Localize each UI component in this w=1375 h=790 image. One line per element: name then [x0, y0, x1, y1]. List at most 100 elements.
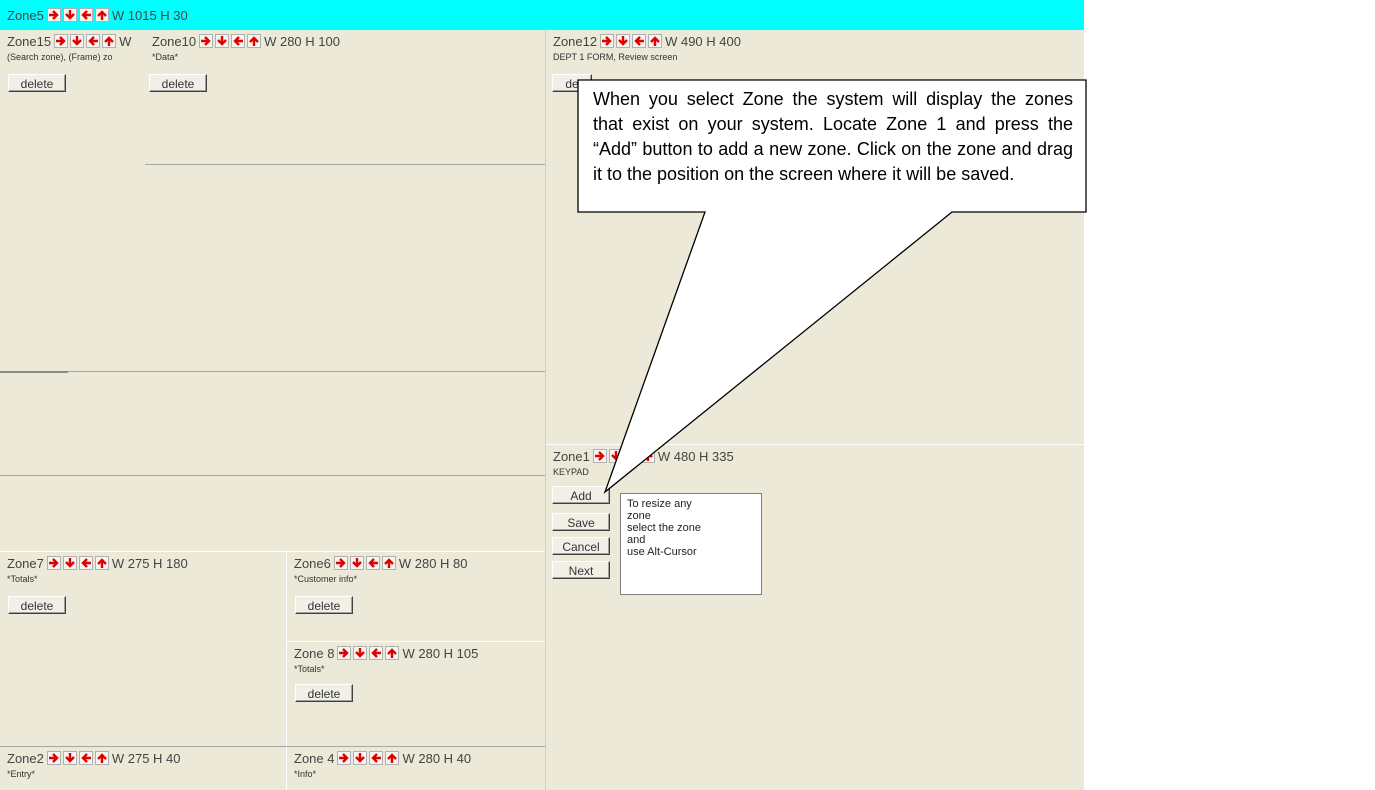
divider: [0, 475, 545, 476]
arrow-left-icon[interactable]: [624, 449, 639, 463]
arrow-down-icon[interactable]: [608, 449, 623, 463]
zone12-header: Zone12 W 490 H 400: [553, 33, 741, 49]
arrow-left-icon[interactable]: [78, 751, 93, 765]
arrow-down-icon[interactable]: [616, 34, 631, 48]
zone15-title: Zone15: [7, 33, 52, 49]
arrow-down-icon[interactable]: [62, 556, 77, 570]
arrow-right-icon[interactable]: [46, 751, 61, 765]
arrow-right-icon[interactable]: [46, 8, 61, 22]
arrow-right-icon[interactable]: [592, 449, 607, 463]
arrow-up-icon[interactable]: [648, 34, 663, 48]
zone2-title: Zone2: [7, 750, 44, 766]
zone12-title: Zone12: [553, 33, 598, 49]
zone15-delete-button[interactable]: delete: [8, 74, 66, 92]
arrow-up-icon[interactable]: [640, 449, 655, 463]
zone10-title: Zone10: [152, 33, 197, 49]
zone6-subtitle: *Customer info*: [294, 574, 358, 584]
move-arrows: [337, 646, 400, 660]
arrow-down-icon[interactable]: [62, 751, 77, 765]
arrow-left-icon[interactable]: [78, 556, 93, 570]
arrow-up-icon[interactable]: [247, 34, 262, 48]
zone6-delete-button[interactable]: delete: [295, 596, 353, 614]
zone2[interactable]: Zone2 W 275 H 40 *Entry*: [0, 747, 286, 790]
zone15[interactable]: Zone15 W (Search zone), (Frame) zo delet…: [0, 30, 145, 370]
zone12-delete-button[interactable]: de: [552, 74, 592, 92]
add-button[interactable]: Add: [552, 486, 610, 504]
zone8[interactable]: Zone 8 W 280 H 105 *Totals* delete: [287, 642, 545, 746]
next-button[interactable]: Next: [552, 561, 610, 579]
arrow-right-icon[interactable]: [199, 34, 214, 48]
move-arrows: [337, 751, 400, 765]
arrow-right-icon[interactable]: [46, 556, 61, 570]
arrow-right-icon[interactable]: [337, 751, 352, 765]
zone8-dims: W 280 H 105: [402, 645, 479, 661]
move-arrows: [46, 8, 109, 22]
divider: [0, 371, 545, 372]
arrow-left-icon[interactable]: [632, 34, 647, 48]
zone6-dims: W 280 H 80: [398, 555, 468, 571]
arrow-right-icon[interactable]: [333, 556, 348, 570]
zone5-header: Zone5 W 1015 H 30: [7, 7, 188, 23]
zone1-title: Zone1: [553, 448, 590, 464]
save-button[interactable]: Save: [552, 513, 610, 531]
zone10-dims: W 280 H 100: [264, 33, 340, 49]
arrow-down-icon[interactable]: [215, 34, 230, 48]
arrow-left-icon[interactable]: [231, 34, 246, 48]
note-line: To resize any: [627, 498, 692, 510]
zone8-title: Zone 8: [294, 645, 335, 661]
move-arrows: [333, 556, 396, 570]
arrow-left-icon[interactable]: [86, 34, 101, 48]
arrow-down-icon[interactable]: [353, 646, 368, 660]
arrow-up-icon[interactable]: [94, 8, 109, 22]
arrow-right-icon[interactable]: [54, 34, 69, 48]
zone7-title: Zone7: [7, 555, 44, 571]
arrow-right-icon[interactable]: [600, 34, 615, 48]
zone2-subtitle: *Entry*: [7, 769, 36, 779]
zone4-header: Zone 4 W 280 H 40: [294, 750, 471, 766]
note-line: select the zone: [627, 522, 701, 534]
arrow-up-icon[interactable]: [94, 751, 109, 765]
zone10-delete-button[interactable]: delete: [149, 74, 207, 92]
zone5-dims: W 1015 H 30: [111, 7, 188, 23]
resize-help-note: To resize any zone select the zone and u…: [620, 493, 762, 595]
cancel-button[interactable]: Cancel: [552, 537, 610, 555]
zone6[interactable]: Zone6 W 280 H 80 *Customer info* delete: [287, 552, 545, 640]
zone5-bar[interactable]: Zone5 W 1015 H 30: [0, 0, 1084, 30]
arrow-left-icon[interactable]: [365, 556, 380, 570]
divider: [145, 164, 545, 165]
zone6-title: Zone6: [294, 555, 331, 571]
move-arrows: [600, 34, 663, 48]
arrow-left-icon[interactable]: [369, 646, 384, 660]
move-arrows: [46, 556, 109, 570]
zone10-header: Zone10 W 280 H 100: [152, 33, 340, 49]
arrow-left-icon[interactable]: [78, 8, 93, 22]
arrow-down-icon[interactable]: [353, 751, 368, 765]
move-arrows: [54, 34, 117, 48]
zone8-delete-button[interactable]: delete: [295, 684, 353, 702]
zone10[interactable]: Zone10 W 280 H 100 *Data* delete: [145, 30, 545, 165]
move-arrows: [592, 449, 655, 463]
arrow-up-icon[interactable]: [385, 751, 400, 765]
arrow-up-icon[interactable]: [381, 556, 396, 570]
arrow-up-icon[interactable]: [385, 646, 400, 660]
note-line: zone: [627, 510, 651, 522]
move-arrows: [46, 751, 109, 765]
callout-text: When you select Zone the system will dis…: [593, 89, 1073, 184]
zone7[interactable]: Zone7 W 275 H 180 *Totals* delete: [0, 552, 286, 745]
zone10-subtitle: *Data*: [152, 52, 179, 62]
zone7-delete-button[interactable]: delete: [8, 596, 66, 614]
arrow-down-icon[interactable]: [62, 8, 77, 22]
note-line: and: [627, 534, 646, 546]
zone12-subtitle: DEPT 1 FORM, Review screen: [553, 52, 678, 62]
arrow-down-icon[interactable]: [70, 34, 85, 48]
move-arrows: [199, 34, 262, 48]
zone4[interactable]: Zone 4 W 280 H 40 *Info*: [287, 747, 545, 790]
arrow-down-icon[interactable]: [349, 556, 364, 570]
arrow-up-icon[interactable]: [102, 34, 117, 48]
zone8-subtitle: *Totals*: [294, 664, 325, 674]
arrow-left-icon[interactable]: [369, 751, 384, 765]
arrow-right-icon[interactable]: [337, 646, 352, 660]
zone7-dims: W 275 H 180: [111, 555, 188, 571]
arrow-up-icon[interactable]: [94, 556, 109, 570]
zone15-header: Zone15 W: [7, 33, 131, 49]
